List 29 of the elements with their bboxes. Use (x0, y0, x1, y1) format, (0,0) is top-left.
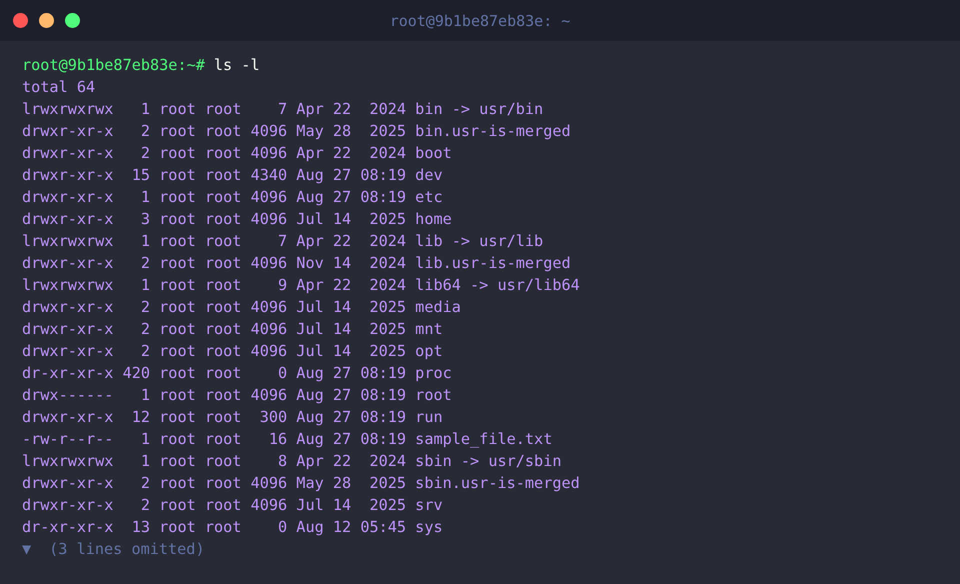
output-line: -rw-r--r-- 1 root root 16 Aug 27 08:19 sample_file.txt (22, 429, 552, 450)
window-title: root@9b1be87eb83e: ~ (390, 12, 570, 30)
output-line: drwxr-xr-x 2 root root 4096 May 28 2025 bin.usr-is-merged (22, 121, 571, 142)
output-line: drwxr-xr-x 12 root root 300 Aug 27 08:19 run (22, 407, 443, 428)
command-text: ls -l (214, 55, 260, 76)
output-line: total 64 (22, 77, 96, 98)
output-line: lrwxrwxrwx 1 root root 8 Apr 22 2024 sbin -> usr/sbin (22, 451, 562, 472)
output-line: drwxr-xr-x 2 root root 4096 Jul 14 2025 media (22, 297, 461, 318)
output-line: drwxr-xr-x 2 root root 4096 May 28 2025 sbin.usr-is-merged (22, 473, 580, 494)
output-line: lrwxrwxrwx 1 root root 9 Apr 22 2024 lib64 -> usr/lib64 (22, 275, 580, 296)
output-line: lrwxrwxrwx 1 root root 7 Apr 22 2024 bin -> usr/bin (22, 99, 544, 120)
close-icon[interactable] (13, 13, 28, 28)
output-line: drwxr-xr-x 2 root root 4096 Nov 14 2024 lib.usr-is-merged (22, 253, 571, 274)
output-line: drwxr-xr-x 1 root root 4096 Aug 27 08:19 etc (22, 187, 443, 208)
output-line: dr-xr-xr-x 13 root root 0 Aug 12 05:45 sys (22, 517, 443, 538)
output-line: drwxr-xr-x 2 root root 4096 Jul 14 2025 mnt (22, 319, 443, 340)
shell-prompt: root@9b1be87eb83e:~# (22, 55, 205, 76)
output-line: drwxr-xr-x 2 root root 4096 Jul 14 2025 opt (22, 341, 443, 362)
output-line: drwxr-xr-x 15 root root 4340 Aug 27 08:19 dev (22, 165, 443, 186)
output-line: dr-xr-xr-x 420 root root 0 Aug 27 08:19 proc (22, 363, 452, 384)
output-line: drwxr-xr-x 2 root root 4096 Apr 22 2024 boot (22, 143, 452, 164)
output-line: drwxr-xr-x 3 root root 4096 Jul 14 2025 home (22, 209, 452, 230)
omitted-lines-note: (3 lines omitted) (49, 539, 205, 560)
collapse-toggle[interactable]: ▼ (22, 538, 32, 560)
maximize-icon[interactable] (65, 13, 80, 28)
output-line: drwx------ 1 root root 4096 Aug 27 08:19 root (22, 385, 452, 406)
output-line: lrwxrwxrwx 1 root root 7 Apr 22 2024 lib -> usr/lib (22, 231, 544, 252)
output-line: drwxr-xr-x 2 root root 4096 Jul 14 2025 srv (22, 495, 443, 516)
minimize-icon[interactable] (39, 13, 54, 28)
